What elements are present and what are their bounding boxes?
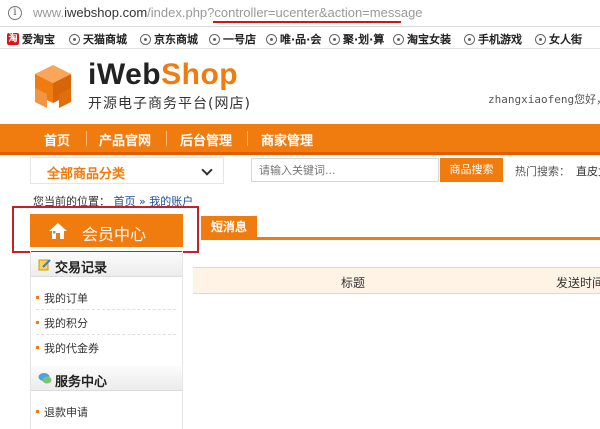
tab-short-messages[interactable]: 短消息 xyxy=(201,216,257,238)
sidebar-item-my-points[interactable]: 我的积分 xyxy=(36,315,88,331)
bookmark-tmall[interactable]: 天猫商城 xyxy=(69,31,127,47)
nav-official-site[interactable]: 产品官网 xyxy=(99,130,151,149)
globe-icon xyxy=(464,33,475,45)
url-text[interactable]: www.iwebshop.com/index.php?controller=uc… xyxy=(33,5,423,20)
bookmark-jd[interactable]: 京东商城 xyxy=(140,31,198,47)
nav-divider xyxy=(86,131,87,146)
globe-icon xyxy=(209,33,220,45)
hot-search: 热门搜索： 直皮女 xyxy=(515,163,600,179)
nav-divider xyxy=(166,131,167,146)
search-input[interactable] xyxy=(252,159,438,181)
bookmark-yhd[interactable]: 一号店 xyxy=(209,31,256,47)
divider xyxy=(36,309,176,310)
nav-home[interactable]: 首页 xyxy=(44,130,70,149)
globe-icon xyxy=(69,33,80,45)
url-highlight-underline xyxy=(213,21,401,23)
brand-tagline: 开源电子商务平台(网店) xyxy=(88,96,251,112)
tab-underline xyxy=(201,237,600,240)
sidebar-item-my-orders[interactable]: 我的订单 xyxy=(36,290,88,306)
brand-logo-text[interactable]: iWebShop xyxy=(88,58,238,92)
search-box[interactable] xyxy=(251,158,439,182)
bookmark-aitaobao[interactable]: 淘爱淘宝 xyxy=(7,31,55,47)
taobao-icon: 淘 xyxy=(7,33,19,45)
sidebar-item-refund-request[interactable]: 退款申请 xyxy=(36,404,88,420)
globe-icon xyxy=(140,33,151,45)
sidebar-group-transactions[interactable]: 交易记录 xyxy=(31,252,182,277)
bookmark-women-street[interactable]: 女人街 xyxy=(535,31,582,47)
pencil-icon xyxy=(38,259,51,271)
category-dropdown[interactable]: 全部商品分类 xyxy=(30,157,224,184)
nav-divider xyxy=(247,131,248,146)
bookmark-taobao-women[interactable]: 淘宝女装 xyxy=(393,31,451,47)
sidebar-group-title: 服务中心 xyxy=(55,375,108,390)
chat-icon xyxy=(38,373,52,384)
nav-bottom-border xyxy=(0,152,600,155)
search-button[interactable]: 商品搜索 xyxy=(440,158,503,182)
globe-icon xyxy=(329,33,340,45)
cube-logo-icon xyxy=(35,65,71,108)
bookmark-mobile-games[interactable]: 手机游戏 xyxy=(464,31,522,47)
globe-icon xyxy=(393,33,404,45)
hot-search-keyword[interactable]: 直皮女 xyxy=(576,165,600,178)
messages-table-header: 标题 发送时间 xyxy=(193,267,600,294)
globe-icon xyxy=(266,33,277,45)
hot-search-label: 热门搜索： xyxy=(515,165,570,178)
column-send-time: 发送时间 xyxy=(556,276,600,290)
sidebar-group-service[interactable]: 服务中心 xyxy=(31,366,182,391)
bookmark-juhuasuan[interactable]: 聚·划·算 xyxy=(329,31,384,47)
main-nav: 首页 产品官网 后台管理 商家管理 xyxy=(0,124,600,155)
column-title: 标题 xyxy=(341,276,366,290)
nav-merchant[interactable]: 商家管理 xyxy=(261,130,313,149)
category-label: 全部商品分类 xyxy=(47,167,126,182)
welcome-text: zhangxiaofeng您好，欢迎 xyxy=(488,93,600,106)
address-bar[interactable]: i www.iwebshop.com/index.php?controller=… xyxy=(0,0,600,27)
nav-admin[interactable]: 后台管理 xyxy=(180,130,232,149)
site-info-icon[interactable]: i xyxy=(8,6,22,20)
sidebar-group-title: 交易记录 xyxy=(55,261,108,276)
sidebar-item-my-vouchers[interactable]: 我的代金券 xyxy=(36,340,99,356)
bookmark-vip[interactable]: 唯·品·会 xyxy=(266,31,321,47)
bookmarks-bar: 淘爱淘宝 天猫商城 京东商城 一号店 唯·品·会 聚·划·算 淘宝女装 手机游戏… xyxy=(0,27,600,49)
chevron-down-icon xyxy=(201,164,213,176)
globe-icon xyxy=(535,33,546,45)
highlight-box xyxy=(12,206,199,253)
divider xyxy=(36,334,176,335)
